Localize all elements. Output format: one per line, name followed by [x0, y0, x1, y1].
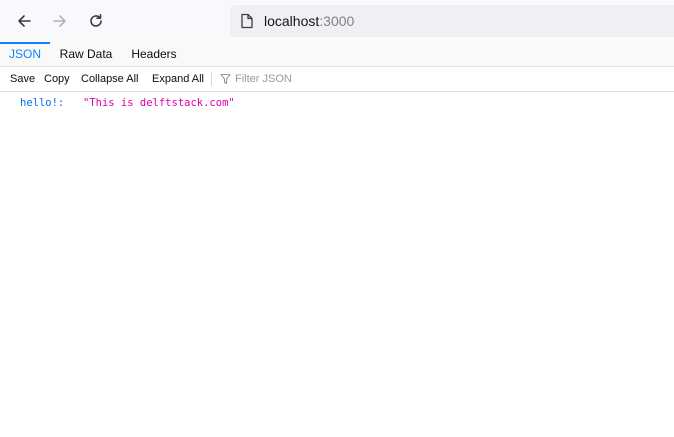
forward-button[interactable]	[46, 7, 74, 35]
url-port: :3000	[319, 13, 355, 29]
json-row[interactable]: hello!: "This is delftstack.com"	[0, 93, 674, 113]
copy-button[interactable]: Copy	[44, 67, 70, 91]
json-value: "This is delftstack.com"	[83, 97, 235, 109]
back-arrow-icon	[18, 15, 31, 27]
save-button[interactable]: Save	[10, 67, 35, 91]
forward-arrow-icon	[53, 15, 66, 27]
page-icon	[241, 13, 253, 29]
filter-icon	[220, 73, 231, 85]
viewer-tabs: JSON Raw Data Headers	[0, 42, 674, 67]
toolbar-divider	[211, 72, 212, 86]
json-toolbar: Save Copy Collapse All Expand All	[0, 67, 674, 92]
json-key: hello!:	[20, 97, 65, 109]
reload-button[interactable]	[82, 7, 110, 35]
tab-raw-data[interactable]: Raw Data	[55, 42, 117, 67]
back-button[interactable]	[10, 7, 38, 35]
filter-json-input[interactable]	[235, 67, 435, 91]
reload-icon	[90, 14, 102, 27]
collapse-all-button[interactable]: Collapse All	[81, 67, 138, 91]
tab-json[interactable]: JSON	[0, 42, 50, 67]
browser-navigation-bar: localhost:3000	[0, 0, 674, 42]
url-host: localhost	[264, 13, 320, 29]
tab-headers[interactable]: Headers	[126, 42, 182, 67]
address-bar[interactable]: localhost:3000	[230, 5, 674, 37]
url-text: localhost:3000	[264, 13, 354, 29]
json-tree: hello!: "This is delftstack.com"	[0, 93, 674, 113]
expand-all-button[interactable]: Expand All	[152, 67, 204, 91]
